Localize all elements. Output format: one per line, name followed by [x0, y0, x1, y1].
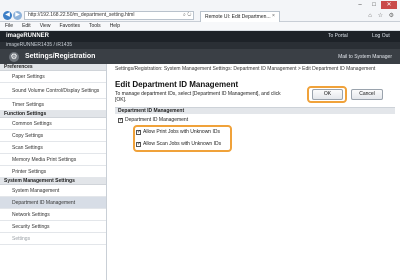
- sidebar-heading: Function Settings: [0, 111, 106, 118]
- sidebar-item[interactable]: Paper Settings: [0, 71, 106, 83]
- dept-id-mgmt-row[interactable]: ✓ Department ID Management: [118, 117, 188, 123]
- breadcrumb: Settings/Registration: System Management…: [115, 66, 376, 72]
- menu-favorites[interactable]: Favorites: [59, 22, 80, 30]
- menu-tools[interactable]: Tools: [89, 22, 101, 30]
- sidebar-item[interactable]: Department ID Management: [0, 197, 106, 209]
- window-controls: – □ ✕: [353, 1, 397, 9]
- sidebar-item[interactable]: Copy Settings: [0, 130, 106, 142]
- to-portal-link[interactable]: To Portal: [328, 33, 348, 39]
- brand-logo: imageRUNNER: [6, 33, 50, 39]
- browser-toolbar-icons[interactable]: ⌂ ☆ ⚙: [368, 12, 396, 19]
- main-content: Settings/Registration: System Management…: [108, 64, 400, 280]
- back-button[interactable]: ◀: [3, 11, 12, 20]
- sidebar-heading: Preferences: [0, 64, 106, 71]
- cancel-button[interactable]: Cancel: [351, 89, 383, 100]
- address-bar[interactable]: http://192.168.22.50/m_department_settin…: [24, 11, 194, 20]
- close-window-button[interactable]: ✕: [381, 1, 397, 9]
- allow-print-label: Allow Print Jobs with Unknown IDs: [143, 129, 220, 135]
- page-title: Edit Department ID Management: [115, 80, 239, 89]
- allow-print-checkbox[interactable]: ✓: [136, 129, 141, 135]
- sidebar-item[interactable]: System Management: [0, 185, 106, 197]
- forward-button[interactable]: ▶: [13, 11, 22, 20]
- section-title: Department ID Management: [115, 107, 395, 114]
- dept-id-mgmt-checkbox[interactable]: ✓: [118, 117, 123, 123]
- device-model: imageRUNNER1435 / iR1435: [0, 42, 400, 49]
- sidebar-item[interactable]: Printer Settings: [0, 166, 106, 178]
- allow-scan-checkbox[interactable]: ✓: [136, 141, 141, 147]
- app-header: imageRUNNER To Portal Log Out: [0, 31, 400, 42]
- allow-scan-label: Allow Scan Jobs with Unknown IDs: [143, 141, 222, 147]
- menu-bar: File Edit View Favorites Tools Help: [0, 22, 400, 31]
- mail-to-manager-link[interactable]: Mail to System Manager: [338, 54, 392, 60]
- instruction-text: To manage department IDs, select [Depart…: [115, 91, 281, 103]
- menu-file[interactable]: File: [5, 22, 13, 30]
- sidebar: Preferences Paper Settings Sound Volume Co…: [0, 64, 107, 280]
- maximize-button[interactable]: □: [367, 1, 381, 9]
- sidebar-heading: System Management Settings: [0, 178, 106, 185]
- sidebar-item[interactable]: Scan Settings: [0, 142, 106, 154]
- logout-link[interactable]: Log Out: [372, 33, 390, 39]
- sidebar-item[interactable]: Memory Media Print Settings: [0, 154, 106, 166]
- sidebar-item[interactable]: Timer Settings: [0, 99, 106, 111]
- allow-scan-row[interactable]: ✓ Allow Scan Jobs with Unknown IDs: [136, 141, 221, 147]
- tab-close-icon[interactable]: ×: [272, 13, 275, 19]
- sidebar-item[interactable]: Settings: [0, 233, 106, 245]
- dept-id-mgmt-label: Department ID Management: [125, 117, 189, 123]
- allow-print-row[interactable]: ✓ Allow Print Jobs with Unknown IDs: [136, 129, 220, 135]
- menu-edit[interactable]: Edit: [22, 22, 31, 30]
- sidebar-item[interactable]: Common Settings: [0, 118, 106, 130]
- page-section-title: Settings/Registration: [25, 53, 96, 60]
- ok-button[interactable]: OK: [312, 89, 343, 100]
- sidebar-item[interactable]: Security Settings: [0, 221, 106, 233]
- menu-view[interactable]: View: [40, 22, 51, 30]
- address-icons[interactable]: ⌕ ↻: [183, 12, 191, 18]
- sidebar-item[interactable]: Network Settings: [0, 209, 106, 221]
- sidebar-item[interactable]: Sound Volume Control/Display Settings: [0, 83, 106, 99]
- menu-help[interactable]: Help: [110, 22, 120, 30]
- minimize-button[interactable]: –: [353, 1, 367, 9]
- browser-tab[interactable]: Remote UI: Edit Departmen...: [200, 11, 280, 22]
- gear-icon: ⚙: [9, 52, 19, 62]
- browser-chrome: – □ ✕ ◀ ▶ http://192.168.22.50/m_departm…: [0, 0, 400, 22]
- settings-title-bar: ⚙ Settings/Registration Mail to System M…: [0, 49, 400, 64]
